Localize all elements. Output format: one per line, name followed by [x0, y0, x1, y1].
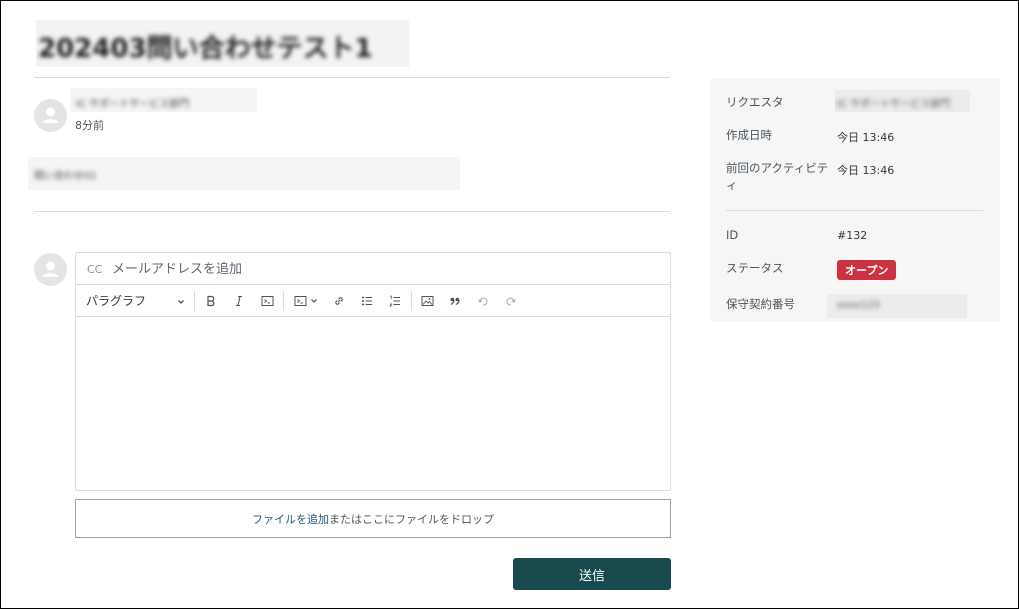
link-icon	[335, 297, 343, 305]
ticket-title: 202403問い合わせテスト1	[38, 34, 373, 64]
created-label: 作成日時	[726, 128, 772, 142]
italic-icon	[236, 295, 242, 307]
contract-value-box: xxxx123	[827, 294, 967, 318]
last-activity-label: 前回のアクティビティ	[726, 161, 829, 192]
id-value: #132	[837, 229, 868, 242]
id-label: ID	[726, 228, 739, 242]
reply-avatar	[34, 253, 67, 286]
chevron-down-icon	[311, 299, 317, 303]
undo-icon	[478, 297, 488, 306]
numbered-list-icon	[389, 295, 400, 307]
cc-email-input[interactable]	[112, 258, 652, 280]
toolbar-separator	[194, 291, 195, 311]
undo-button[interactable]	[474, 291, 492, 311]
image-button[interactable]	[418, 291, 436, 311]
contract-label: 保守契約番号	[726, 297, 795, 311]
contract-value: xxxx123	[837, 300, 880, 311]
bulleted-list-icon	[362, 296, 372, 306]
bold-icon	[207, 295, 215, 307]
comment-divider	[34, 211, 670, 212]
italic-button[interactable]	[230, 291, 248, 311]
format-select[interactable]: パラグラフ	[76, 285, 192, 317]
file-drop-zone[interactable]: ファイルを追加 またはここにファイルをドロップ	[75, 499, 671, 538]
numbered-list-button[interactable]	[386, 291, 404, 311]
code-button[interactable]	[258, 291, 276, 311]
sidebar-divider	[726, 210, 983, 211]
quote-icon	[450, 297, 460, 306]
comment-body-box: 問い合わせ01	[28, 157, 460, 190]
ticket-title-box: 202403問い合わせテスト1	[36, 20, 409, 67]
chevron-down-icon	[176, 292, 186, 312]
requester-value-box: IC サポートサービス部門	[835, 90, 970, 112]
requester-label: リクエスタ	[726, 95, 784, 109]
code-block-button[interactable]	[290, 291, 322, 311]
title-divider	[34, 77, 670, 78]
toolbar-separator	[283, 291, 284, 311]
cc-label: CC	[87, 263, 103, 276]
code-block-icon	[294, 296, 307, 306]
link-button[interactable]	[330, 291, 348, 311]
comment-author-box: IC サポートサービス部門	[70, 88, 257, 112]
bold-button[interactable]	[202, 291, 220, 311]
image-icon	[421, 296, 433, 306]
format-select-label: パラグラフ	[86, 294, 147, 308]
status-label: ステータス	[726, 261, 784, 275]
requester-value: IC サポートサービス部門	[837, 99, 951, 110]
redo-icon	[506, 297, 516, 306]
code-icon	[261, 296, 273, 306]
last-activity-value: 今日 13:46	[837, 164, 895, 177]
bulleted-list-button[interactable]	[358, 291, 376, 311]
file-drop-text: またはここにファイルをドロップ	[329, 512, 494, 526]
status-badge: オープン	[837, 260, 897, 280]
add-file-link[interactable]: ファイルを追加	[252, 511, 329, 527]
ticket-details-sidebar: リクエスタ IC サポートサービス部門 作成日時 今日 13:46 前回のアクテ…	[710, 78, 1000, 322]
send-button[interactable]: 送信	[513, 558, 671, 590]
quote-button[interactable]	[446, 291, 464, 311]
cc-row: CC	[76, 253, 670, 285]
created-value: 今日 13:46	[837, 131, 895, 144]
editor-toolbar: パラグラフ	[76, 285, 670, 317]
redo-button[interactable]	[502, 291, 520, 311]
comment-body: 問い合わせ01	[34, 171, 97, 182]
user-icon	[42, 107, 59, 123]
comment-author: IC サポートサービス部門	[76, 99, 190, 110]
reply-body-editor[interactable]	[76, 318, 670, 490]
user-icon	[42, 261, 59, 277]
comment-time: 8分前	[75, 119, 104, 132]
comment-avatar	[34, 99, 67, 132]
reply-editor: CC パラグラフ	[75, 252, 671, 491]
toolbar-separator	[411, 291, 412, 311]
